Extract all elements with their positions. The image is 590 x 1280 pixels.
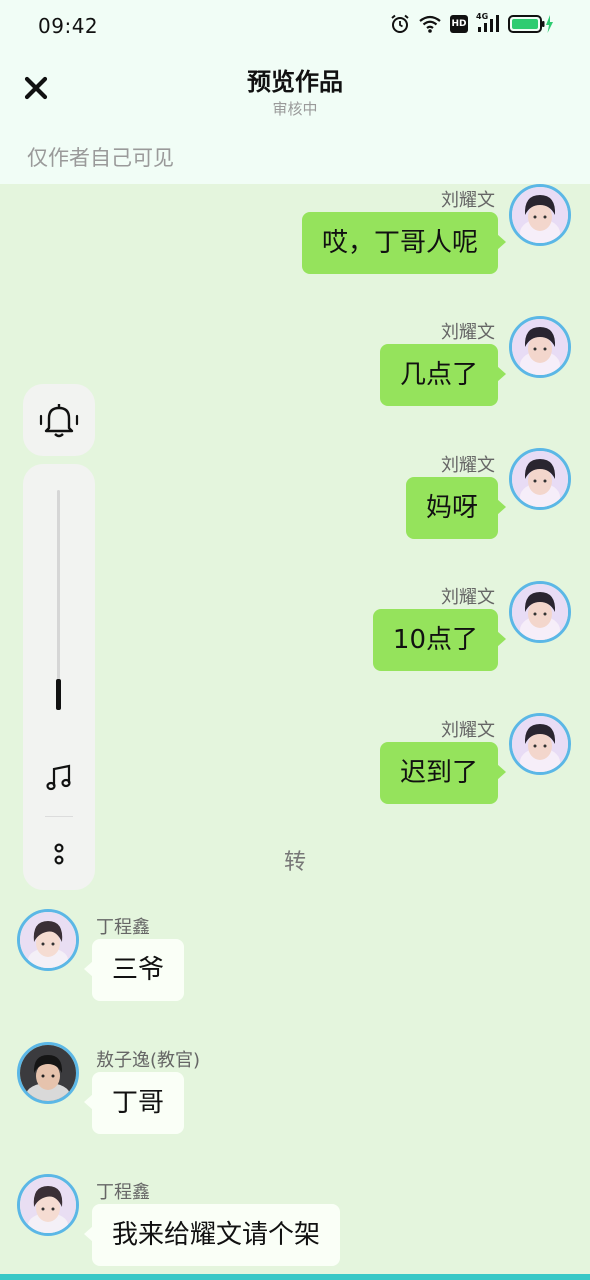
avatar[interactable] bbox=[17, 1174, 79, 1236]
bottom-edge bbox=[0, 1274, 590, 1280]
more-vertical-icon[interactable] bbox=[49, 840, 69, 872]
ring-mode-button[interactable] bbox=[23, 384, 95, 456]
review-status: 审核中 bbox=[272, 100, 318, 118]
status-time: 09:42 bbox=[38, 14, 99, 38]
sender-name: 刘耀文 bbox=[441, 455, 495, 476]
avatar[interactable] bbox=[509, 184, 571, 246]
message-bubble[interactable]: 几点了 bbox=[379, 344, 507, 406]
alarm-icon bbox=[390, 14, 410, 34]
volume-track[interactable] bbox=[57, 490, 60, 710]
hd-icon: HD bbox=[450, 15, 468, 33]
sender-name: 刘耀文 bbox=[441, 587, 495, 608]
avatar[interactable] bbox=[17, 1042, 79, 1104]
sender-name: 刘耀文 bbox=[441, 720, 495, 741]
volume-slider-panel bbox=[23, 464, 95, 890]
avatar[interactable] bbox=[509, 713, 571, 775]
battery-charging-icon bbox=[508, 14, 554, 34]
message-bubble[interactable]: 丁哥 bbox=[83, 1072, 185, 1134]
message-bubble[interactable]: 妈呀 bbox=[405, 477, 507, 539]
message-bubble[interactable]: 哎，丁哥人呢 bbox=[301, 212, 507, 274]
wifi-icon bbox=[418, 14, 442, 34]
visibility-notice: 仅作者自己可见 bbox=[0, 132, 590, 184]
message-bubble[interactable]: 迟到了 bbox=[379, 742, 507, 804]
signal-4g-icon: 4G bbox=[476, 12, 500, 34]
sender-name: 刘耀文 bbox=[441, 322, 495, 343]
sender-name: 丁程鑫 bbox=[96, 1182, 150, 1203]
message-bubble[interactable]: 三爷 bbox=[83, 939, 185, 1001]
volume-level[interactable] bbox=[56, 679, 61, 710]
message-bubble[interactable]: 我来给耀文请个架 bbox=[83, 1204, 341, 1266]
avatar[interactable] bbox=[509, 581, 571, 643]
avatar[interactable] bbox=[509, 316, 571, 378]
page-title: 预览作品 bbox=[247, 68, 343, 96]
sender-name: 丁程鑫 bbox=[96, 917, 150, 938]
avatar[interactable] bbox=[17, 909, 79, 971]
header: 预览作品 审核中 bbox=[0, 52, 590, 132]
visibility-text: 仅作者自己可见 bbox=[27, 146, 174, 170]
panel-divider bbox=[45, 816, 73, 817]
message-bubble[interactable]: 10点了 bbox=[372, 609, 507, 671]
status-icons: HD 4G bbox=[390, 12, 554, 34]
bell-vibrate-icon bbox=[39, 404, 79, 438]
avatar[interactable] bbox=[509, 448, 571, 510]
sender-name: 敖子逸(教官) bbox=[96, 1050, 201, 1071]
status-bar: 09:42 HD 4G bbox=[0, 0, 590, 52]
sender-name: 刘耀文 bbox=[441, 190, 495, 211]
music-note-icon[interactable] bbox=[43, 762, 75, 798]
